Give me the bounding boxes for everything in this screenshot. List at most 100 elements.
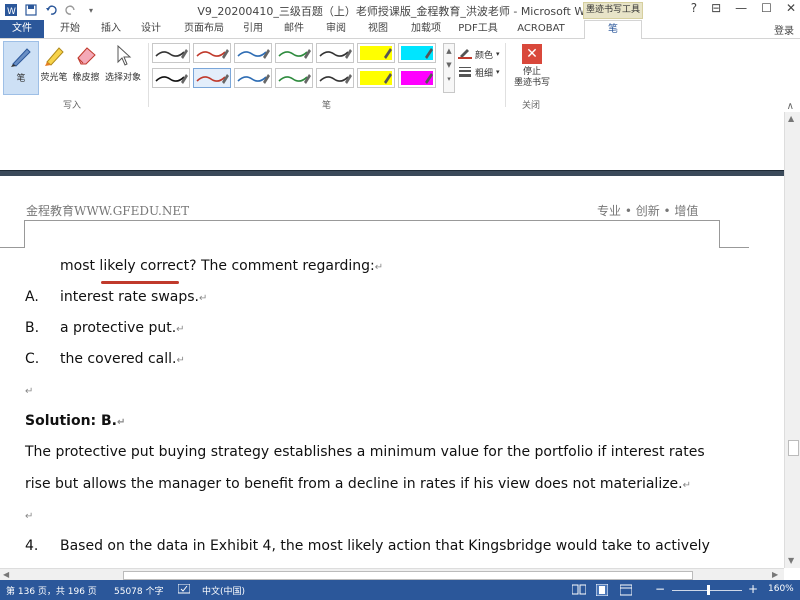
scroll-up-icon[interactable]: ▲ bbox=[788, 114, 794, 123]
pen-swatch[interactable] bbox=[193, 68, 231, 88]
window-title: V9_20200410_三级百题（上）老师授课版_金程教育_洪波老师 - Mic… bbox=[197, 5, 603, 18]
pen-gallery bbox=[152, 43, 444, 91]
zoom-in-button[interactable]: + bbox=[748, 582, 758, 596]
empty-paragraph: ↵ bbox=[25, 507, 33, 523]
collapse-ribbon-icon[interactable]: ∧ bbox=[787, 101, 794, 112]
question-4-number: 4. bbox=[25, 538, 39, 554]
option-b-line: a protective put.↵ bbox=[60, 320, 185, 336]
highlighter-tool-button[interactable]: 荧光笔 bbox=[37, 41, 71, 93]
vertical-scrollbar[interactable]: ▲ ▼ bbox=[784, 112, 800, 568]
option-c-line: the covered call.↵ bbox=[60, 351, 185, 367]
pen-swatch[interactable] bbox=[275, 68, 313, 88]
pen-tool-button[interactable]: 笔 bbox=[3, 41, 39, 95]
zoom-out-button[interactable]: − bbox=[655, 582, 665, 596]
pen-swatch[interactable] bbox=[357, 68, 395, 88]
pen-gallery-scroll[interactable]: ▲ ▼ ▾ bbox=[443, 43, 455, 93]
ribbon-display-button[interactable]: ⊟ bbox=[711, 1, 721, 15]
solution-text: Solution: B. bbox=[25, 413, 118, 429]
pen-options: 颜色 ▾ 粗细 ▾ bbox=[458, 45, 500, 81]
sign-in-link[interactable]: 登录 bbox=[774, 22, 794, 37]
ribbon: 笔 荧光笔 橡皮擦 选择对象 写入 ▲ ▼ ▾ 颜色 ▾ 粗细 ▾ 笔 ✕ 停止… bbox=[0, 39, 800, 113]
option-a-line: interest rate swaps.↵ bbox=[60, 289, 207, 305]
ribbon-tabs: 文件 开始 插入 设计 页面布局 引用 邮件 审阅 视图 加载项 PDF工具 A… bbox=[0, 20, 800, 39]
pen-swatch[interactable] bbox=[152, 43, 190, 63]
ink-underline-annotation[interactable] bbox=[101, 281, 179, 284]
pen-swatch[interactable] bbox=[193, 43, 231, 63]
tab-file[interactable]: 文件 bbox=[0, 20, 44, 38]
pen-swatch[interactable] bbox=[152, 68, 190, 88]
pen-swatch[interactable] bbox=[234, 43, 272, 63]
zoom-level[interactable]: 160% bbox=[768, 584, 794, 594]
explanation-line-1: The protective put buying strategy estab… bbox=[25, 444, 705, 460]
pen-swatch[interactable] bbox=[398, 43, 436, 63]
tab-insert[interactable]: 插入 bbox=[93, 20, 129, 38]
stop-inking-button[interactable]: ✕ 停止 墨迹书写 bbox=[512, 42, 552, 89]
document-area-top bbox=[0, 112, 784, 170]
tab-references[interactable]: 引用 bbox=[235, 20, 271, 38]
proofing-icon[interactable] bbox=[177, 583, 191, 598]
tab-pdf-tools[interactable]: PDF工具 bbox=[455, 20, 501, 38]
tab-pen[interactable]: 笔 bbox=[584, 20, 642, 39]
web-layout-icon[interactable] bbox=[619, 584, 633, 599]
close-group-label: 关闭 bbox=[522, 101, 541, 111]
pen-swatch[interactable] bbox=[357, 43, 395, 63]
tab-view[interactable]: 视图 bbox=[360, 20, 396, 38]
header-rule bbox=[24, 220, 720, 221]
pen-swatch[interactable] bbox=[316, 68, 354, 88]
pen-swatch[interactable] bbox=[316, 43, 354, 63]
contextual-tab-group-label: 墨迹书写工具 bbox=[583, 2, 643, 19]
tab-page-layout[interactable]: 页面布局 bbox=[178, 20, 230, 38]
pen-color-option[interactable]: 颜色 ▾ bbox=[458, 45, 500, 63]
tab-design[interactable]: 设计 bbox=[133, 20, 169, 38]
pen-thickness-option[interactable]: 粗细 ▾ bbox=[458, 63, 500, 81]
help-button[interactable]: ? bbox=[691, 1, 697, 15]
explanation-line-2: rise but allows the manager to benefit f… bbox=[25, 476, 691, 492]
tab-addins[interactable]: 加载项 bbox=[404, 20, 448, 38]
eraser-tool-button[interactable]: 橡皮擦 bbox=[69, 41, 103, 93]
paragraph-mark: ↵ bbox=[117, 417, 126, 428]
option-a-text: interest rate swaps. bbox=[60, 289, 200, 305]
maximize-button[interactable]: ☐ bbox=[761, 1, 772, 15]
select-arrow-icon bbox=[111, 43, 135, 67]
scrollbar-thumb[interactable] bbox=[788, 440, 799, 456]
language-status[interactable]: 中文(中国) bbox=[202, 584, 245, 597]
option-c-letter: C. bbox=[25, 351, 40, 367]
option-b-letter: B. bbox=[25, 320, 40, 336]
horizontal-scrollbar-thumb[interactable] bbox=[123, 571, 693, 580]
pen-swatch[interactable] bbox=[275, 43, 313, 63]
pen-color-icon bbox=[458, 47, 472, 62]
tab-mailings[interactable]: 邮件 bbox=[276, 20, 312, 38]
option-a-letter: A. bbox=[25, 289, 39, 305]
select-objects-button[interactable]: 选择对象 bbox=[103, 41, 143, 93]
paragraph-mark: ↵ bbox=[374, 262, 384, 273]
pen-swatch[interactable] bbox=[398, 68, 436, 88]
pen-color-label: 颜色 bbox=[475, 50, 494, 61]
pen-icon bbox=[9, 44, 33, 68]
margin-corner-mark bbox=[24, 220, 25, 248]
write-group-label: 写入 bbox=[63, 101, 82, 111]
margin-corner-mark bbox=[719, 247, 749, 248]
margin-corner-mark bbox=[0, 247, 24, 248]
document-page[interactable]: 金程教育WWW.GFEDU.NET 专业 • 创新 • 增值 most like… bbox=[0, 176, 784, 568]
zoom-slider-thumb[interactable] bbox=[707, 585, 710, 595]
scroll-right-icon[interactable]: ▶ bbox=[772, 570, 778, 579]
scroll-down-icon[interactable]: ▼ bbox=[788, 556, 794, 565]
close-button[interactable]: ✕ bbox=[786, 1, 796, 15]
tab-acrobat[interactable]: ACROBAT bbox=[512, 20, 570, 38]
chevron-down-icon: ▾ bbox=[496, 50, 500, 58]
scroll-left-icon[interactable]: ◀ bbox=[3, 570, 9, 579]
paragraph-mark: ↵ bbox=[682, 480, 692, 491]
pen-swatch[interactable] bbox=[234, 68, 272, 88]
word-count-status[interactable]: 55078 个字 bbox=[114, 584, 164, 597]
tab-home[interactable]: 开始 bbox=[52, 20, 88, 38]
status-bar: 第 136 页，共 196 页 55078 个字 中文(中国) − + 160% bbox=[0, 580, 800, 600]
print-layout-icon[interactable] bbox=[595, 583, 609, 599]
read-mode-icon[interactable] bbox=[571, 584, 587, 598]
window-controls: ? ⊟ — ☐ ✕ bbox=[691, 1, 796, 15]
minimize-button[interactable]: — bbox=[735, 1, 747, 15]
tab-review[interactable]: 审阅 bbox=[318, 20, 354, 38]
eraser-tool-label: 橡皮擦 bbox=[72, 73, 100, 83]
highlighter-tool-label: 荧光笔 bbox=[40, 73, 68, 83]
page-count-status[interactable]: 第 136 页，共 196 页 bbox=[6, 584, 97, 597]
group-separator bbox=[505, 43, 506, 107]
